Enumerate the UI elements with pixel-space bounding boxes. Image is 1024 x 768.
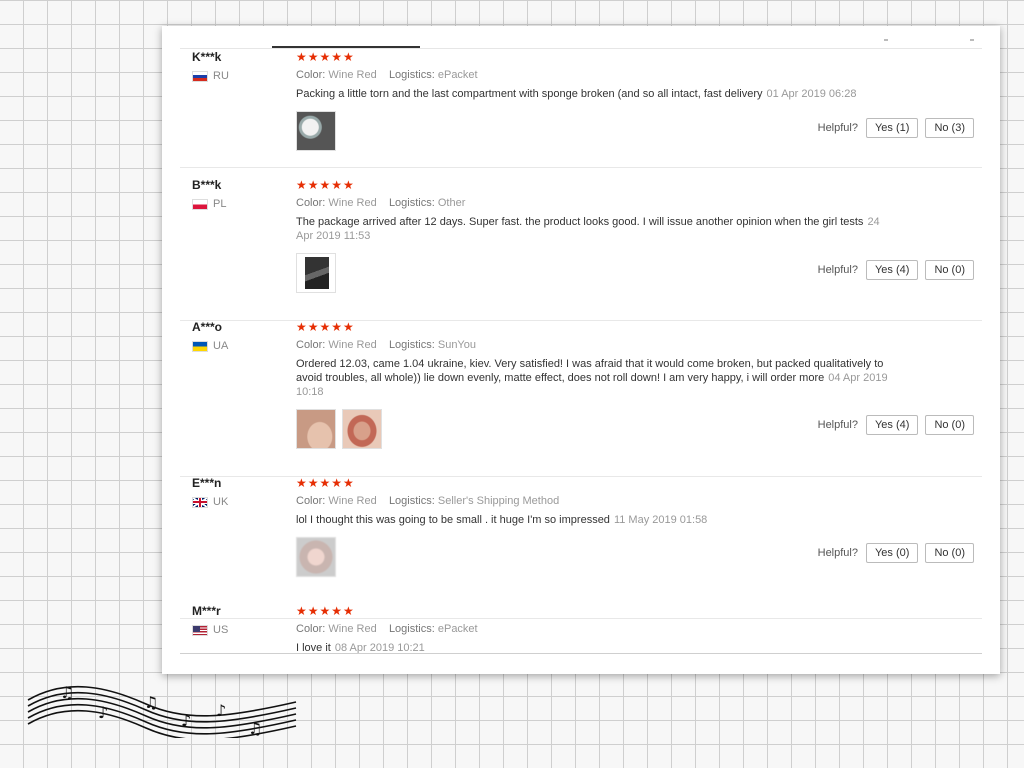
review-photo-thumbnail[interactable] bbox=[296, 409, 336, 449]
music-staff-decoration-icon: ♫ ♪ ♫ ♪ ♪ ♫ bbox=[27, 683, 297, 738]
review-date: 11 May 2019 01:58 bbox=[613, 514, 708, 526]
reviewer-country: UA bbox=[192, 340, 228, 352]
tab-divider bbox=[180, 48, 982, 49]
review-text: Packing a little torn and the last compa… bbox=[296, 88, 857, 100]
review-text: Ordered 12.03, came 1.04 ukraine, kiev. … bbox=[296, 358, 888, 398]
reviews-panel: K***k RU ★★★★★ Color: Wine Red Logistics… bbox=[162, 26, 1000, 674]
svg-text:♪: ♪ bbox=[98, 703, 108, 722]
svg-text:♫: ♫ bbox=[248, 719, 262, 738]
tab-feedback-active-indicator[interactable] bbox=[272, 46, 420, 48]
svg-text:♪: ♪ bbox=[216, 701, 226, 720]
review-item: E***n UK ★★★★★ Color: Wine Red Logistics… bbox=[180, 476, 982, 619]
helpful-label: Helpful? bbox=[817, 419, 858, 431]
reviewer-country: US bbox=[192, 624, 228, 636]
star-rating: ★★★★★ bbox=[296, 320, 355, 334]
country-code: US bbox=[213, 624, 229, 636]
reviewer-name: B***k bbox=[192, 178, 222, 192]
helpful-no-button[interactable]: No (0) bbox=[925, 415, 974, 435]
logistics-value: ePacket bbox=[437, 69, 478, 81]
helpful-votes: Helpful? Yes (0) No (0) bbox=[818, 543, 974, 563]
color-value: Wine Red bbox=[328, 339, 377, 351]
helpful-no-button[interactable]: No (0) bbox=[925, 260, 974, 280]
review-item: K***k RU ★★★★★ Color: Wine Red Logistics… bbox=[180, 50, 982, 168]
reviewer-country: RU bbox=[192, 70, 229, 82]
country-code: RU bbox=[213, 70, 229, 82]
filter-control-mark[interactable] bbox=[970, 39, 974, 41]
review-item: A***o UA ★★★★★ Color: Wine Red Logistics… bbox=[180, 320, 982, 477]
review-photo-thumbnail[interactable] bbox=[342, 409, 382, 449]
country-code: UK bbox=[213, 496, 229, 508]
review-item: M***r US ★★★★★ Color: Wine Red Logistics… bbox=[180, 604, 982, 654]
helpful-votes: Helpful? Yes (1) No (3) bbox=[818, 118, 974, 138]
helpful-yes-button[interactable]: Yes (4) bbox=[865, 415, 919, 435]
helpful-yes-button[interactable]: Yes (0) bbox=[865, 543, 919, 563]
country-code: UA bbox=[213, 340, 229, 352]
helpful-no-button[interactable]: No (0) bbox=[925, 543, 974, 563]
reviewer-name: E***n bbox=[192, 476, 222, 490]
helpful-label: Helpful? bbox=[817, 264, 858, 276]
flag-uk-icon bbox=[192, 496, 208, 508]
review-photo-thumbnail[interactable] bbox=[296, 537, 336, 577]
logistics-value: ePacket bbox=[437, 623, 478, 635]
color-value: Wine Red bbox=[328, 623, 377, 635]
review-item: B***k PL ★★★★★ Color: Wine Red Logistics… bbox=[180, 178, 982, 321]
helpful-votes: Helpful? Yes (4) No (0) bbox=[818, 260, 974, 280]
flag-ua-icon bbox=[192, 340, 208, 352]
helpful-no-button[interactable]: No (3) bbox=[925, 118, 974, 138]
order-info: Color: Wine Red Logistics: Seller's Ship… bbox=[296, 495, 560, 507]
reviewer-country: UK bbox=[192, 496, 228, 508]
star-rating: ★★★★★ bbox=[296, 476, 355, 490]
logistics-value: Other bbox=[437, 197, 466, 209]
helpful-label: Helpful? bbox=[817, 122, 858, 134]
color-value: Wine Red bbox=[328, 69, 377, 81]
helpful-votes: Helpful? Yes (4) No (0) bbox=[818, 415, 974, 435]
svg-text:♪: ♪ bbox=[181, 711, 191, 730]
svg-text:♫: ♫ bbox=[60, 683, 74, 702]
country-code: PL bbox=[213, 198, 227, 210]
panel-bottom-divider bbox=[180, 653, 982, 654]
reviewer-country: PL bbox=[192, 198, 226, 210]
flag-us-icon bbox=[192, 624, 208, 636]
review-date: 01 Apr 2019 06:28 bbox=[766, 88, 857, 100]
helpful-yes-button[interactable]: Yes (1) bbox=[865, 118, 919, 138]
star-rating: ★★★★★ bbox=[296, 50, 355, 64]
svg-text:♫: ♫ bbox=[144, 693, 158, 712]
star-rating: ★★★★★ bbox=[296, 604, 355, 618]
flag-pl-icon bbox=[192, 198, 208, 210]
color-value: Wine Red bbox=[328, 495, 377, 507]
flag-ru-icon bbox=[192, 70, 208, 82]
review-text: The package arrived after 12 days. Super… bbox=[296, 216, 880, 242]
order-info: Color: Wine Red Logistics: ePacket bbox=[296, 69, 478, 81]
review-photo-thumbnail[interactable] bbox=[296, 253, 336, 293]
star-rating: ★★★★★ bbox=[296, 178, 355, 192]
reviewer-name: M***r bbox=[192, 604, 221, 618]
sort-control-mark[interactable] bbox=[884, 39, 888, 41]
helpful-yes-button[interactable]: Yes (4) bbox=[865, 260, 919, 280]
order-info: Color: Wine Red Logistics: ePacket bbox=[296, 623, 478, 635]
order-info: Color: Wine Red Logistics: Other bbox=[296, 197, 466, 209]
reviewer-name: K***k bbox=[192, 50, 222, 64]
logistics-value: SunYou bbox=[437, 339, 476, 351]
color-value: Wine Red bbox=[328, 197, 377, 209]
logistics-value: Seller's Shipping Method bbox=[437, 495, 560, 507]
helpful-label: Helpful? bbox=[817, 547, 858, 559]
review-photo-thumbnail[interactable] bbox=[296, 111, 336, 151]
order-info: Color: Wine Red Logistics: SunYou bbox=[296, 339, 476, 351]
reviewer-name: A***o bbox=[192, 320, 223, 334]
review-text: lol I thought this was going to be small… bbox=[296, 514, 708, 526]
